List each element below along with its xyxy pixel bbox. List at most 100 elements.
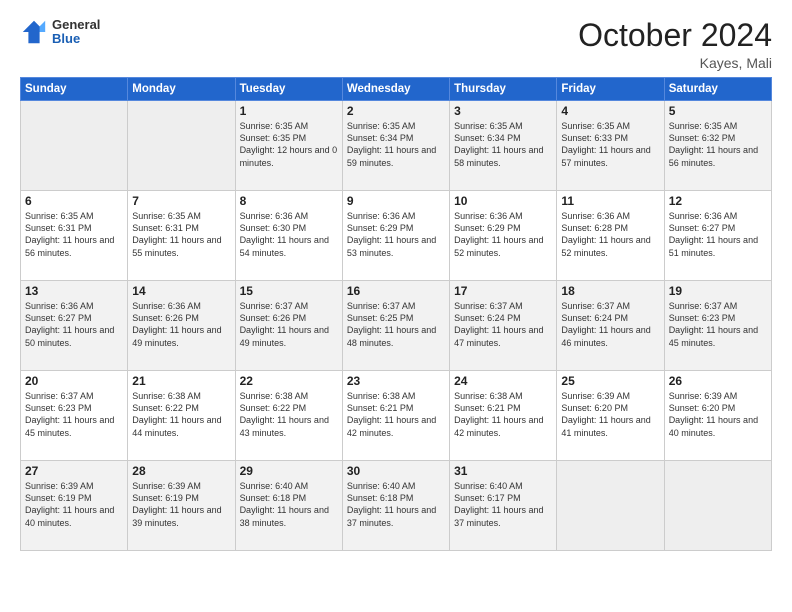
col-header-saturday: Saturday: [664, 78, 771, 101]
day-detail: Sunrise: 6:37 AM Sunset: 6:25 PM Dayligh…: [347, 300, 445, 349]
day-detail: Sunrise: 6:35 AM Sunset: 6:32 PM Dayligh…: [669, 120, 767, 169]
day-detail: Sunrise: 6:36 AM Sunset: 6:27 PM Dayligh…: [669, 210, 767, 259]
day-number: 2: [347, 104, 445, 118]
day-number: 8: [240, 194, 338, 208]
calendar-cell: [21, 101, 128, 191]
calendar-cell: 12 Sunrise: 6:36 AM Sunset: 6:27 PM Dayli…: [664, 191, 771, 281]
day-number: 16: [347, 284, 445, 298]
day-detail: Sunrise: 6:39 AM Sunset: 6:20 PM Dayligh…: [561, 390, 659, 439]
day-detail: Sunrise: 6:38 AM Sunset: 6:21 PM Dayligh…: [347, 390, 445, 439]
calendar-cell: 7Sunrise: 6:35 AM Sunset: 6:31 PM Daylig…: [128, 191, 235, 281]
calendar-week-row: 27 Sunrise: 6:39 AM Sunset: 6:19 PM Dayli…: [21, 461, 772, 551]
day-detail: Sunrise: 6:39 AM Sunset: 6:19 PM Dayligh…: [132, 480, 230, 529]
title-area: October 2024 Kayes, Mali: [578, 18, 772, 71]
calendar-cell: 28 Sunrise: 6:39 AM Sunset: 6:19 PM Dayli…: [128, 461, 235, 551]
calendar-cell: 5 Sunrise: 6:35 AM Sunset: 6:32 PM Daylig…: [664, 101, 771, 191]
day-detail: Sunrise: 6:36 AM Sunset: 6:26 PM Dayligh…: [132, 300, 230, 349]
day-detail: Sunrise: 6:35 AM Sunset: 6:31 PM Dayligh…: [25, 210, 123, 259]
day-detail: Sunrise: 6:35 AM Sunset: 6:34 PM Dayligh…: [347, 120, 445, 169]
logo-general: General: [52, 18, 100, 32]
calendar-header-row: SundayMondayTuesdayWednesdayThursdayFrid…: [21, 78, 772, 101]
day-detail: Sunrise: 6:35 AM Sunset: 6:33 PM Dayligh…: [561, 120, 659, 169]
col-header-thursday: Thursday: [450, 78, 557, 101]
day-detail: Sunrise: 6:38 AM Sunset: 6:21 PM Dayligh…: [454, 390, 552, 439]
calendar-cell: 2 Sunrise: 6:35 AM Sunset: 6:34 PM Daylig…: [342, 101, 449, 191]
calendar-cell: 13 Sunrise: 6:36 AM Sunset: 6:27 PM Dayli…: [21, 281, 128, 371]
header: General Blue October 2024 Kayes, Mali: [20, 18, 772, 71]
logo-text: General Blue: [52, 18, 100, 47]
calendar-cell: [128, 101, 235, 191]
calendar-week-row: 13 Sunrise: 6:36 AM Sunset: 6:27 PM Dayli…: [21, 281, 772, 371]
calendar-cell: 21 Sunrise: 6:38 AM Sunset: 6:22 PM Dayli…: [128, 371, 235, 461]
day-number: 5: [669, 104, 767, 118]
day-number: 18: [561, 284, 659, 298]
calendar-cell: 26Sunrise: 6:39 AM Sunset: 6:20 PM Dayli…: [664, 371, 771, 461]
day-number: 14: [132, 284, 230, 298]
day-detail: Sunrise: 6:40 AM Sunset: 6:17 PM Dayligh…: [454, 480, 552, 529]
calendar-cell: 6 Sunrise: 6:35 AM Sunset: 6:31 PM Daylig…: [21, 191, 128, 281]
logo-blue: Blue: [52, 32, 100, 46]
day-number: 31: [454, 464, 552, 478]
day-number: 6: [25, 194, 123, 208]
col-header-friday: Friday: [557, 78, 664, 101]
day-number: 28: [132, 464, 230, 478]
calendar-week-row: 20 Sunrise: 6:37 AM Sunset: 6:23 PM Dayli…: [21, 371, 772, 461]
day-number: 22: [240, 374, 338, 388]
col-header-sunday: Sunday: [21, 78, 128, 101]
calendar-cell: 4Sunrise: 6:35 AM Sunset: 6:33 PM Daylig…: [557, 101, 664, 191]
calendar-cell: 24 Sunrise: 6:38 AM Sunset: 6:21 PM Dayli…: [450, 371, 557, 461]
calendar-cell: 11 Sunrise: 6:36 AM Sunset: 6:28 PM Dayli…: [557, 191, 664, 281]
page: General Blue October 2024 Kayes, Mali Su…: [0, 0, 792, 612]
day-detail: Sunrise: 6:36 AM Sunset: 6:27 PM Dayligh…: [25, 300, 123, 349]
calendar-cell: 8 Sunrise: 6:36 AM Sunset: 6:30 PM Daylig…: [235, 191, 342, 281]
day-detail: Sunrise: 6:37 AM Sunset: 6:24 PM Dayligh…: [454, 300, 552, 349]
day-detail: Sunrise: 6:39 AM Sunset: 6:19 PM Dayligh…: [25, 480, 123, 529]
day-number: 19: [669, 284, 767, 298]
calendar-cell: [664, 461, 771, 551]
calendar-week-row: 6 Sunrise: 6:35 AM Sunset: 6:31 PM Daylig…: [21, 191, 772, 281]
day-number: 23: [347, 374, 445, 388]
day-number: 17: [454, 284, 552, 298]
day-detail: Sunrise: 6:40 AM Sunset: 6:18 PM Dayligh…: [347, 480, 445, 529]
day-detail: Sunrise: 6:37 AM Sunset: 6:26 PM Dayligh…: [240, 300, 338, 349]
day-detail: Sunrise: 6:36 AM Sunset: 6:29 PM Dayligh…: [347, 210, 445, 259]
calendar-cell: 25Sunrise: 6:39 AM Sunset: 6:20 PM Dayli…: [557, 371, 664, 461]
calendar-cell: 22 Sunrise: 6:38 AM Sunset: 6:22 PM Dayli…: [235, 371, 342, 461]
day-detail: Sunrise: 6:36 AM Sunset: 6:29 PM Dayligh…: [454, 210, 552, 259]
day-number: 12: [669, 194, 767, 208]
day-number: 10: [454, 194, 552, 208]
col-header-wednesday: Wednesday: [342, 78, 449, 101]
calendar-cell: 3Sunrise: 6:35 AM Sunset: 6:34 PM Daylig…: [450, 101, 557, 191]
day-detail: Sunrise: 6:35 AM Sunset: 6:35 PM Dayligh…: [240, 120, 338, 169]
day-detail: Sunrise: 6:38 AM Sunset: 6:22 PM Dayligh…: [240, 390, 338, 439]
month-title: October 2024: [578, 18, 772, 53]
calendar-cell: 15Sunrise: 6:37 AM Sunset: 6:26 PM Dayli…: [235, 281, 342, 371]
day-detail: Sunrise: 6:38 AM Sunset: 6:22 PM Dayligh…: [132, 390, 230, 439]
day-detail: Sunrise: 6:36 AM Sunset: 6:30 PM Dayligh…: [240, 210, 338, 259]
day-detail: Sunrise: 6:36 AM Sunset: 6:28 PM Dayligh…: [561, 210, 659, 259]
logo: General Blue: [20, 18, 100, 47]
day-number: 3: [454, 104, 552, 118]
calendar-cell: [557, 461, 664, 551]
day-number: 24: [454, 374, 552, 388]
calendar-cell: 16 Sunrise: 6:37 AM Sunset: 6:25 PM Dayli…: [342, 281, 449, 371]
day-number: 26: [669, 374, 767, 388]
calendar-cell: 23 Sunrise: 6:38 AM Sunset: 6:21 PM Dayli…: [342, 371, 449, 461]
day-detail: Sunrise: 6:37 AM Sunset: 6:23 PM Dayligh…: [25, 390, 123, 439]
day-number: 27: [25, 464, 123, 478]
day-number: 11: [561, 194, 659, 208]
day-detail: Sunrise: 6:40 AM Sunset: 6:18 PM Dayligh…: [240, 480, 338, 529]
calendar-cell: 31 Sunrise: 6:40 AM Sunset: 6:17 PM Dayli…: [450, 461, 557, 551]
calendar-cell: 18Sunrise: 6:37 AM Sunset: 6:24 PM Dayli…: [557, 281, 664, 371]
calendar-cell: 30Sunrise: 6:40 AM Sunset: 6:18 PM Dayli…: [342, 461, 449, 551]
location: Kayes, Mali: [578, 55, 772, 71]
day-detail: Sunrise: 6:37 AM Sunset: 6:23 PM Dayligh…: [669, 300, 767, 349]
day-number: 7: [132, 194, 230, 208]
day-number: 21: [132, 374, 230, 388]
calendar-cell: 1Sunrise: 6:35 AM Sunset: 6:35 PM Daylig…: [235, 101, 342, 191]
day-number: 29: [240, 464, 338, 478]
calendar-cell: 19 Sunrise: 6:37 AM Sunset: 6:23 PM Dayli…: [664, 281, 771, 371]
day-number: 20: [25, 374, 123, 388]
col-header-monday: Monday: [128, 78, 235, 101]
day-number: 13: [25, 284, 123, 298]
